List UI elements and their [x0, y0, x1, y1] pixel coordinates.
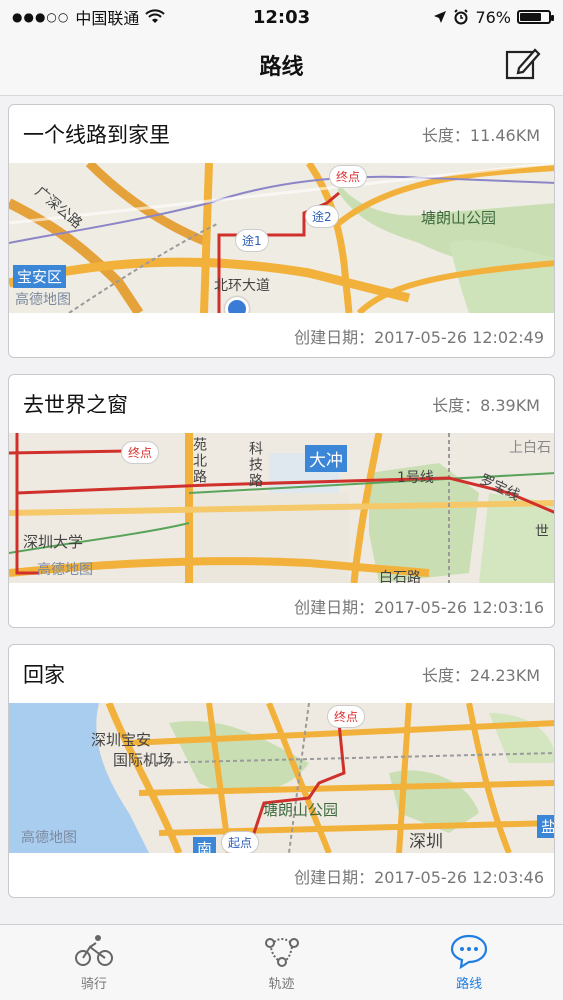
map-label-road: 北环大道	[214, 278, 270, 294]
tab-track[interactable]: 轨迹	[188, 925, 376, 1000]
route-length: 长度：8.39KM	[432, 396, 540, 415]
map-label-city: 深圳	[409, 832, 443, 852]
map-label-salt: 盐	[537, 815, 554, 838]
map-label-road: 苑北路	[191, 437, 207, 485]
map-label-district: 宝安区	[13, 265, 67, 288]
map-pin-end: 终点	[327, 705, 366, 728]
map-watermark: 高德地图	[15, 292, 71, 308]
map-label-park: 塘朗山公园	[263, 801, 339, 819]
map-label-baishi: 白石路	[379, 570, 421, 583]
bicycle-icon	[74, 935, 113, 966]
route-created: 创建日期：2017-05-26 12:03:16	[294, 598, 544, 617]
tab-label: 骑行	[80, 977, 107, 992]
tab-routes[interactable]: 路线	[375, 925, 563, 1000]
map-pin-waypoint: 途1	[235, 229, 269, 252]
route-map[interactable]: 终点 大冲 深圳大学 苑北路 科技路 1号线 上白石 罗宝线 白石路 世 高德地…	[9, 433, 554, 583]
map-watermark: 高德地图	[37, 562, 93, 578]
map-label-road: 科技路	[247, 441, 263, 489]
map-label-airport: 深圳宝安	[91, 731, 152, 749]
route-chat-icon	[451, 934, 488, 969]
route-created: 创建日期：2017-05-26 12:03:46	[294, 868, 544, 887]
route-name: 去世界之窗	[23, 393, 128, 417]
route-map-graphic	[9, 163, 554, 313]
map-label-world: 世	[535, 524, 549, 540]
track-icon	[264, 938, 299, 967]
map-label-shibaixi: 上白石	[509, 440, 551, 456]
carrier-name: 中国联通	[75, 9, 140, 28]
route-card-header: 一个线路到家里 长度：11.46KM	[9, 105, 554, 163]
route-card[interactable]: 一个线路到家里 长度：11.46KM 宝安区 高德地图 塘朗山公园 北环大道 广…	[8, 104, 555, 358]
route-card[interactable]: 回家 长度：24.23KM 深圳宝安 国际机场 塘朗山公园 深圳 盐 南 高德地…	[8, 644, 555, 898]
map-label-dachong: 大冲	[305, 445, 347, 472]
status-right: 76%	[433, 7, 554, 27]
route-created: 创建日期：2017-05-26 12:02:49	[294, 328, 544, 347]
tab-riding[interactable]: 骑行	[0, 925, 188, 1000]
map-pin-waypoint: 途2	[305, 205, 339, 228]
battery-percent: 76%	[475, 7, 511, 27]
battery-icon	[517, 10, 554, 24]
map-watermark: 高德地图	[21, 830, 77, 846]
wifi-icon	[145, 9, 166, 23]
compose-icon[interactable]	[505, 46, 541, 82]
route-map-graphic	[9, 703, 554, 853]
route-length: 长度：11.46KM	[421, 126, 540, 145]
tab-label: 轨迹	[268, 977, 295, 992]
route-card-header: 去世界之窗 长度：8.39KM	[9, 375, 554, 433]
map-label-south: 南	[193, 837, 217, 853]
status-left: ●●●○○ 中国联通	[12, 5, 166, 29]
map-pin-start: 起点	[221, 831, 260, 853]
route-card[interactable]: 去世界之窗 长度：8.39KM 终点 大冲 深圳大学 苑北路 科技路 1号线 上…	[8, 374, 555, 628]
route-card-header: 回家 长度：24.23KM	[9, 645, 554, 703]
route-map[interactable]: 宝安区 高德地图 塘朗山公园 北环大道 广深公路 终点 途1 途2	[9, 163, 554, 313]
page-title: 路线	[259, 54, 304, 80]
route-length: 长度：24.23KM	[421, 666, 540, 685]
map-label-park: 塘朗山公园	[421, 209, 497, 227]
route-name: 一个线路到家里	[23, 123, 170, 147]
nav-bar: 路线	[0, 34, 563, 96]
route-map[interactable]: 深圳宝安 国际机场 塘朗山公园 深圳 盐 南 高德地图 终点 起点	[9, 703, 554, 853]
map-label-airport: 国际机场	[113, 751, 174, 769]
tab-label: 路线	[456, 977, 483, 992]
route-list: 一个线路到家里 长度：11.46KM 宝安区 高德地图 塘朗山公园 北环大道 广…	[0, 96, 563, 924]
map-pin-end: 终点	[329, 165, 368, 188]
battery-fill	[520, 13, 542, 21]
route-name: 回家	[23, 663, 65, 687]
map-pin-end: 终点	[121, 441, 160, 464]
location-arrow-icon	[434, 11, 447, 23]
app: ●●●○○ 中国联通 12:03 76% 路线 一个线路到家里 长度：11.46…	[0, 0, 563, 1000]
signal-dots-icon: ●●●○○	[12, 10, 70, 24]
map-label-university: 深圳大学	[23, 533, 84, 551]
map-label-line: 1号线	[397, 470, 434, 486]
alarm-icon	[454, 9, 469, 25]
status-bar: ●●●○○ 中国联通 12:03 76%	[0, 0, 563, 34]
tab-bar: 骑行 轨迹 路线	[0, 924, 563, 1000]
